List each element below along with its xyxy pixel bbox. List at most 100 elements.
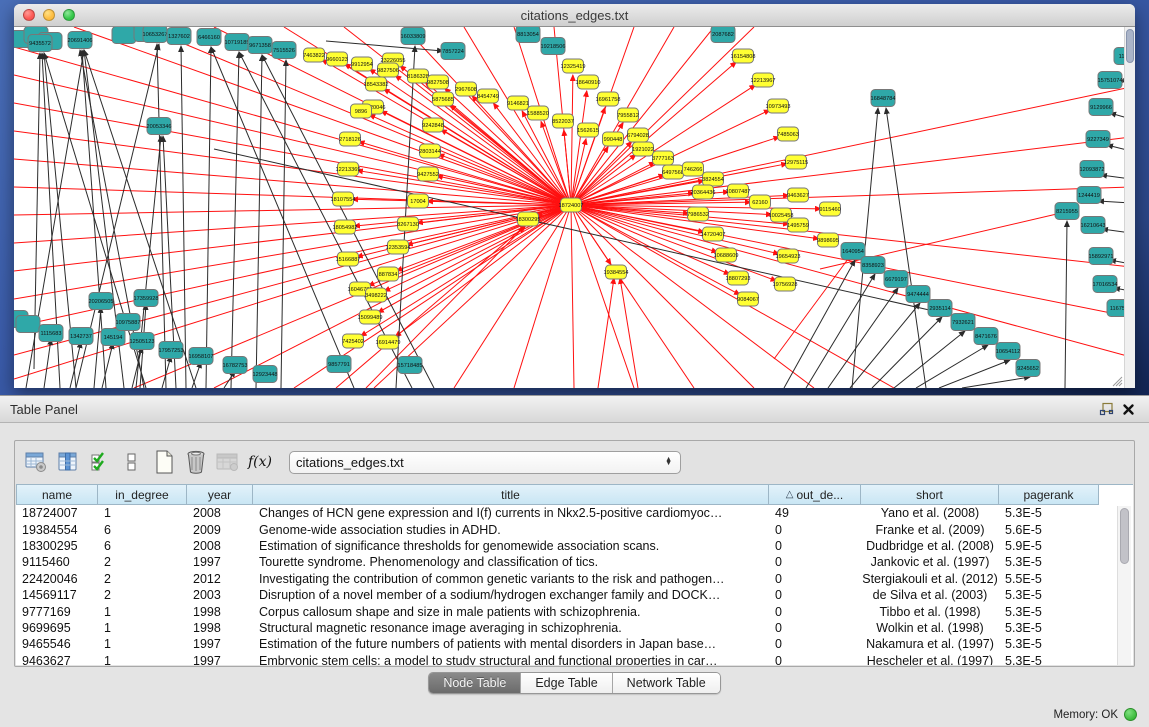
graph-node[interactable]: 20364436: [691, 185, 716, 199]
graph-node[interactable]: 15166887: [336, 252, 361, 266]
table-row[interactable]: 2242004622012Investigating the contribut…: [16, 571, 1133, 587]
graph-node[interactable]: 1244419: [1077, 187, 1101, 204]
graph-node[interactable]: 3498222: [365, 288, 387, 302]
column-header-title[interactable]: title: [253, 485, 769, 505]
graph-node[interactable]: 12353594: [386, 240, 411, 254]
graph-node[interactable]: 16154808: [731, 49, 756, 63]
graph-node[interactable]: 19756928: [773, 277, 798, 291]
zoom-window-icon[interactable]: [63, 9, 75, 21]
new-file-icon[interactable]: [151, 449, 177, 475]
graph-node[interactable]: 12325419: [561, 59, 586, 73]
graph-node[interactable]: 887834: [378, 267, 399, 281]
graph-node[interactable]: 17004: [408, 194, 429, 208]
graph-node[interactable]: 20206505: [89, 293, 114, 310]
graph-node[interactable]: 16958107: [189, 348, 214, 365]
table-row[interactable]: 1830029562008Estimation of significance …: [16, 538, 1133, 554]
graph-node[interactable]: 1342737: [69, 328, 93, 345]
graph-node[interactable]: 9435572: [28, 35, 52, 52]
select-checks-icon[interactable]: [87, 449, 113, 475]
tab-edge-table[interactable]: Edge Table: [521, 673, 612, 693]
table-row[interactable]: 977716911998Corpus callosum shape and si…: [16, 603, 1133, 619]
graph-node[interactable]: 9898695: [817, 233, 839, 247]
graph-node[interactable]: 9463627: [787, 188, 809, 202]
float-panel-icon[interactable]: [1095, 400, 1117, 418]
column-header-pagerank[interactable]: pagerank: [999, 485, 1099, 505]
graph-node[interactable]: 8267130: [397, 217, 419, 231]
graph-node[interactable]: 1115683: [39, 325, 63, 342]
table-row[interactable]: 1872400712008Changes of HCN gene express…: [16, 505, 1133, 521]
graph-node[interactable]: 12505123: [130, 333, 155, 350]
graph-node[interactable]: 9427552: [417, 167, 439, 181]
graph-node[interactable]: 5875685: [432, 92, 454, 106]
graph-node[interactable]: 10719185: [225, 34, 250, 51]
column-header-in_degree[interactable]: in_degree: [98, 485, 187, 505]
memory-status-icon[interactable]: [1124, 708, 1137, 721]
graph-node[interactable]: 18724007: [559, 198, 584, 212]
table-vertical-scrollbar[interactable]: [1117, 506, 1131, 665]
graph-node[interactable]: 2935114: [928, 300, 952, 317]
graph-node[interactable]: 6679197: [884, 271, 908, 288]
graph-node[interactable]: 18807293: [726, 271, 751, 285]
graph-node[interactable]: 8215955: [1055, 203, 1079, 220]
graph-node[interactable]: 3777163: [652, 151, 674, 165]
graph-node[interactable]: 17359928: [134, 290, 159, 307]
table-row[interactable]: 946362711997Embryonic stem cells: a mode…: [16, 653, 1133, 665]
graph-node[interactable]: 746266: [683, 162, 704, 176]
graph-node[interactable]: 7986532: [687, 207, 709, 221]
graph-node[interactable]: 1562615: [577, 123, 599, 137]
graph-node[interactable]: 15099489: [358, 310, 383, 324]
graph-node[interactable]: 20053346: [147, 118, 172, 135]
graph-node[interactable]: 2967608: [455, 82, 477, 96]
graph-node[interactable]: 9146821: [507, 96, 529, 110]
graph-node[interactable]: 7485063: [777, 127, 799, 141]
graph-node[interactable]: 6794028: [627, 128, 649, 142]
graph-node[interactable]: 2718126: [339, 132, 361, 146]
graph-node[interactable]: 1327602: [167, 28, 191, 45]
graph-node[interactable]: 15751074: [1098, 72, 1123, 89]
delete-icon[interactable]: [183, 449, 209, 475]
graph-node[interactable]: 9242848: [422, 118, 444, 132]
graph-node[interactable]: 17957253: [159, 342, 184, 359]
graph-node[interactable]: 19654923: [776, 249, 801, 263]
column-header-name[interactable]: name: [16, 485, 98, 505]
graph-node[interactable]: 18054982: [333, 220, 358, 234]
graph-node[interactable]: 9896: [351, 104, 372, 118]
graph-node[interactable]: 16782753: [223, 357, 248, 374]
graph-node[interactable]: 7857224: [441, 43, 465, 60]
graph-node[interactable]: 12093872: [1080, 161, 1105, 178]
graph-node[interactable]: 1640954: [841, 243, 865, 260]
graph-node[interactable]: 8813054: [516, 27, 540, 43]
network-graph[interactable]: 1872400774638229660123991295423226055982…: [14, 27, 1135, 388]
graph-node[interactable]: 20691406: [68, 32, 93, 49]
graph-node[interactable]: 8186328: [407, 69, 429, 83]
table-row[interactable]: 946554611997Estimation of the future num…: [16, 636, 1133, 652]
window-titlebar[interactable]: citations_edges.txt: [14, 4, 1135, 27]
graph-node[interactable]: 6497568: [662, 165, 684, 179]
graph-vertical-scrollbar[interactable]: [1124, 27, 1135, 388]
graph-node[interactable]: 12975115: [784, 155, 808, 169]
graph-node[interactable]: 19384554: [604, 265, 629, 279]
graph-node[interactable]: 17016534: [1093, 276, 1118, 293]
network-canvas[interactable]: 1872400774638229660123991295423226055982…: [14, 27, 1135, 388]
table-row[interactable]: 1456911722003Disruption of a novel membe…: [16, 587, 1133, 603]
graph-node[interactable]: 15892971: [1089, 248, 1114, 265]
graph-node[interactable]: 16961758: [596, 92, 621, 106]
graph-node[interactable]: [112, 27, 136, 44]
graph-node[interactable]: 12923448: [253, 366, 278, 383]
graph-node[interactable]: 14720407: [701, 227, 726, 241]
minimize-window-icon[interactable]: [43, 9, 55, 21]
graph-node[interactable]: 9827506: [377, 63, 399, 77]
graph-node[interactable]: 10653267: [143, 27, 168, 43]
graph-node[interactable]: 9115460: [819, 202, 840, 216]
graph-node[interactable]: 3824554: [702, 172, 724, 186]
graph-node[interactable]: 19218506: [541, 38, 566, 55]
graph-node[interactable]: 15718485: [398, 357, 423, 374]
column-header-year[interactable]: year: [187, 485, 253, 505]
column-header-out_de[interactable]: △out_de...: [769, 485, 861, 505]
graph-node[interactable]: 2087682: [711, 27, 735, 43]
graph-node[interactable]: 7515526: [272, 42, 296, 59]
column-header-short[interactable]: short: [861, 485, 999, 505]
close-panel-icon[interactable]: [1117, 400, 1139, 418]
graph-node[interactable]: 7932621: [951, 314, 975, 331]
graph-node[interactable]: 9084067: [737, 292, 759, 306]
